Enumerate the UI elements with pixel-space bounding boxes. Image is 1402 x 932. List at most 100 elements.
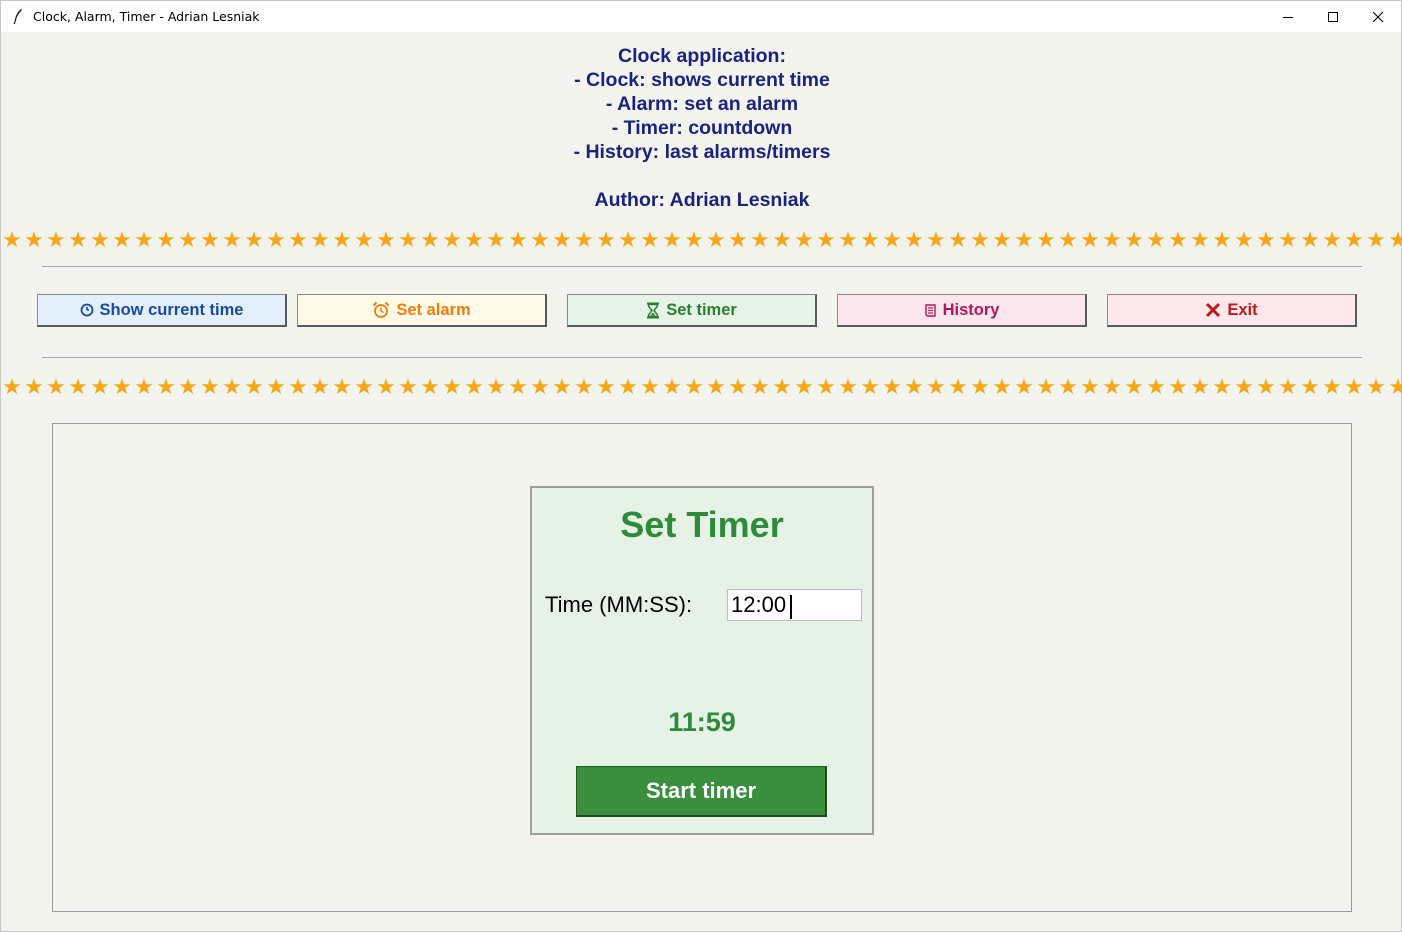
show-current-time-button[interactable]: Show current time [37,294,287,327]
star-icon: ★ [882,229,902,251]
star-icon: ★ [1344,229,1364,251]
star-icon: ★ [1234,376,1254,398]
star-icon: ★ [1168,229,1188,251]
star-divider-bottom: ★ ★ ★ ★ ★ ★ ★ ★ ★ ★ ★ ★ ★ ★ ★ ★ ★ ★ ★ ★ ★ ★ ★ ★ ★ ★ ★ ★ ★ ★ ★ ★ ★ ★ ★ ★ ★ ★ ★ ★… [1,376,1402,398]
text-caret [790,595,792,619]
app-window: Clock, Alarm, Timer - Adrian Lesniak Clo… [0,0,1402,932]
star-icon: ★ [1146,376,1166,398]
star-icon: ★ [508,229,528,251]
star-icon: ★ [926,229,946,251]
time-input[interactable] [727,589,862,621]
star-icon: ★ [948,376,968,398]
star-icon: ★ [420,376,440,398]
star-icon: ★ [112,229,132,251]
exit-button[interactable]: Exit [1107,294,1357,327]
hourglass-icon [646,302,660,319]
star-icon: ★ [1278,229,1298,251]
minimize-button[interactable] [1265,1,1311,32]
star-icon: ★ [1344,376,1364,398]
separator-top [42,266,1362,267]
star-icon: ★ [134,376,154,398]
star-icon: ★ [794,376,814,398]
star-icon: ★ [112,376,132,398]
star-icon: ★ [970,376,990,398]
star-icon: ★ [1388,376,1402,398]
star-icon: ★ [24,229,44,251]
star-icon: ★ [1366,376,1386,398]
set-timer-button[interactable]: Set timer [567,294,817,327]
alarm-clock-icon [372,301,390,319]
star-icon: ★ [376,376,396,398]
time-label: Time (MM:SS): [545,592,693,617]
star-icon: ★ [1366,229,1386,251]
star-icon: ★ [486,229,506,251]
star-icon: ★ [178,229,198,251]
app-description: Clock application: - Clock: shows curren… [1,44,1402,212]
star-icon: ★ [354,229,374,251]
description-line: - Timer: countdown [611,117,793,139]
star-icon: ★ [1124,376,1144,398]
star-icon: ★ [398,229,418,251]
star-icon: ★ [816,229,836,251]
star-icon: ★ [1256,376,1276,398]
star-icon: ★ [310,376,330,398]
star-icon: ★ [266,376,286,398]
star-icon: ★ [1300,229,1320,251]
history-button[interactable]: History [837,294,1087,327]
star-icon: ★ [1080,229,1100,251]
maximize-icon [1328,11,1338,22]
star-icon: ★ [992,229,1012,251]
star-icon: ★ [1124,229,1144,251]
star-icon: ★ [662,376,682,398]
star-icon: ★ [1014,229,1034,251]
set-timer-label: Set timer [666,300,737,319]
star-icon: ★ [1234,229,1254,251]
description-line: - History: last alarms/timers [573,141,831,163]
star-icon: ★ [1080,376,1100,398]
star-icon: ★ [442,229,462,251]
star-icon: ★ [2,229,22,251]
star-icon: ★ [904,229,924,251]
star-icon: ★ [1146,229,1166,251]
exit-label: Exit [1227,300,1258,319]
star-divider-top: ★ ★ ★ ★ ★ ★ ★ ★ ★ ★ ★ ★ ★ ★ ★ ★ ★ ★ ★ ★ ★ ★ ★ ★ ★ ★ ★ ★ ★ ★ ★ ★ ★ ★ ★ ★ ★ ★ ★ ★… [1,229,1402,251]
star-icon: ★ [1256,229,1276,251]
description-line [1,164,1402,188]
star-icon: ★ [948,229,968,251]
start-timer-button[interactable]: Start timer [576,766,827,817]
star-icon: ★ [1168,376,1188,398]
star-icon: ★ [156,229,176,251]
set-alarm-button[interactable]: Set alarm [297,294,547,327]
star-icon: ★ [354,376,374,398]
star-icon: ★ [706,229,726,251]
star-icon: ★ [640,229,660,251]
close-button[interactable] [1355,1,1401,32]
star-icon: ★ [728,376,748,398]
star-icon: ★ [310,229,330,251]
star-icon: ★ [926,376,946,398]
star-icon: ★ [574,229,594,251]
star-icon: ★ [222,376,242,398]
star-icon: ★ [464,229,484,251]
description-line: Clock application: [618,45,786,67]
star-icon: ★ [772,376,792,398]
star-icon: ★ [860,376,880,398]
star-icon: ★ [178,376,198,398]
feather-icon [11,8,25,25]
star-icon: ★ [684,376,704,398]
title-bar[interactable]: Clock, Alarm, Timer - Adrian Lesniak [1,1,1401,32]
star-icon: ★ [420,229,440,251]
star-icon: ★ [772,229,792,251]
star-icon: ★ [596,229,616,251]
window-title: Clock, Alarm, Timer - Adrian Lesniak [33,9,260,24]
star-icon: ★ [596,376,616,398]
star-icon: ★ [1102,229,1122,251]
show-current-time-label: Show current time [99,300,244,319]
star-icon: ★ [1014,376,1034,398]
star-icon: ★ [288,229,308,251]
star-icon: ★ [288,376,308,398]
maximize-button[interactable] [1310,1,1356,32]
star-icon: ★ [222,229,242,251]
star-icon: ★ [882,376,902,398]
star-icon: ★ [398,376,418,398]
